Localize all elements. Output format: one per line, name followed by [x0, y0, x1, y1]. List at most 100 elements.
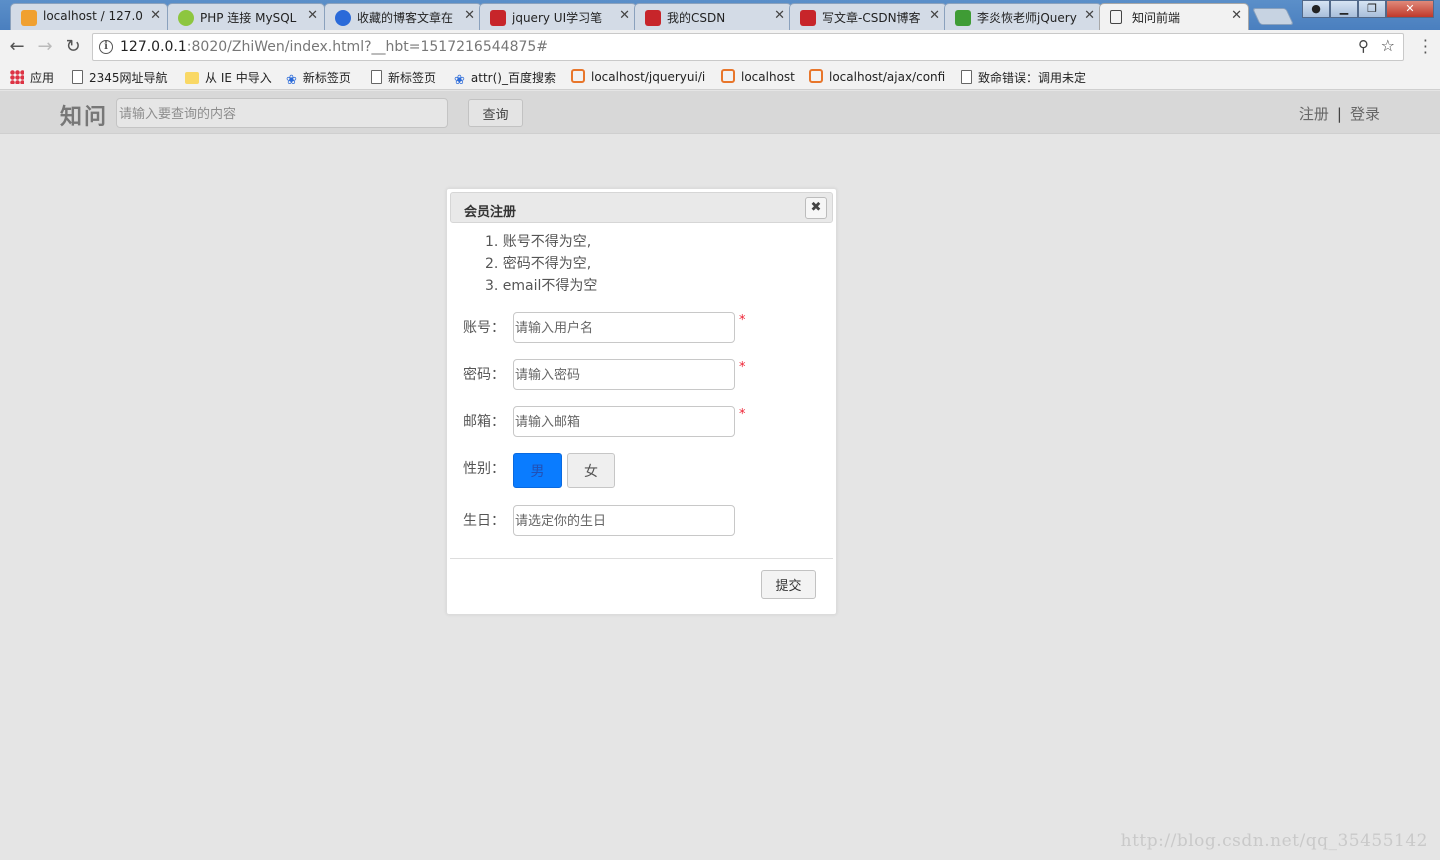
page-icon	[961, 70, 972, 84]
login-link[interactable]: 登录	[1350, 105, 1380, 123]
tab-saved-blogs[interactable]: 收藏的博客文章在 ✕	[324, 3, 482, 30]
close-tab-icon[interactable]: ✕	[929, 8, 940, 23]
rule-item: 1. 账号不得为空,	[485, 234, 592, 250]
bookmark-label: 新标签页	[388, 71, 437, 85]
minimize-button[interactable]: ▁	[1330, 0, 1358, 18]
tab-title: localhost / 127.0	[43, 9, 143, 23]
password-label: 密码：	[463, 367, 505, 383]
phpmyadmin-icon	[21, 10, 37, 26]
browser-menu-icon[interactable]: · · ·	[1423, 33, 1428, 61]
close-tab-icon[interactable]: ✕	[307, 8, 318, 23]
bookmark-star-icon[interactable]: ☆	[1381, 36, 1395, 55]
bookmark-label: localhost/ajax/confi	[829, 70, 946, 84]
required-mark: *	[739, 313, 746, 328]
address-bar[interactable]: i 127.0.0.1:8020/ZhiWen/index.html?__hbt…	[92, 33, 1404, 61]
tab-write-article[interactable]: 写文章-CSDN博客 ✕	[789, 3, 947, 30]
required-mark: *	[739, 360, 746, 375]
validation-rules: 1. 账号不得为空, 2. 密码不得为空, 3. email不得为空	[485, 232, 597, 298]
csdn-icon	[645, 10, 661, 26]
tab-title: 李炎恢老师jQuery	[977, 11, 1077, 25]
bookmark-label: 新标签页	[302, 71, 351, 85]
maximize-button[interactable]: ❐	[1358, 0, 1386, 18]
forward-button[interactable]: →	[34, 36, 56, 58]
tab-php-mysql[interactable]: PHP 连接 MySQL ✕	[167, 3, 325, 30]
paw-icon	[335, 10, 351, 26]
bookmark-label: 应用	[30, 71, 55, 85]
birthday-label: 生日：	[463, 513, 505, 529]
bookmark-apps[interactable]: 应用	[10, 69, 54, 86]
bookmark-fatal-error[interactable]: 致命错误：调用未定	[961, 69, 1086, 86]
php-icon	[178, 10, 194, 26]
register-link[interactable]: 注册	[1299, 105, 1329, 123]
close-tab-icon[interactable]: ✕	[464, 8, 475, 23]
search-input[interactable]	[116, 98, 448, 128]
link-separator: |	[1336, 105, 1342, 123]
username-input[interactable]	[513, 312, 735, 343]
reload-button[interactable]: ↻	[62, 36, 84, 58]
user-links: 注册 | 登录	[1299, 103, 1380, 124]
close-tab-icon[interactable]: ✕	[150, 8, 161, 23]
site-logo[interactable]: 知问	[60, 99, 108, 131]
bookmark-newtab-2[interactable]: 新标签页	[371, 69, 436, 86]
bookmark-ie-import[interactable]: 从 IE 中导入	[185, 69, 272, 86]
required-mark: *	[739, 407, 746, 422]
search-button[interactable]: 查询	[468, 99, 523, 127]
rule-item: 3. email不得为空	[485, 278, 598, 294]
close-tab-icon[interactable]: ✕	[774, 8, 785, 23]
page-icon	[72, 70, 83, 84]
tab-title: 写文章-CSDN博客	[822, 11, 921, 25]
tab-strip: localhost / 127.0 ✕ PHP 连接 MySQL ✕ 收藏的博客…	[0, 0, 1440, 30]
xampp-icon	[809, 69, 823, 83]
site-header: 知问 查询 注册 | 登录	[0, 91, 1440, 134]
xampp-icon	[721, 69, 735, 83]
site-info-icon[interactable]: i	[99, 40, 113, 54]
tab-title: jquery UI学习笔	[512, 11, 603, 25]
dialog-divider	[450, 558, 833, 559]
password-input[interactable]	[513, 359, 735, 390]
user-icon[interactable]: ●	[1302, 0, 1330, 18]
folder-icon	[185, 72, 199, 84]
url-path: :8020/ZhiWen/index.html?__hbt=1517216544…	[186, 39, 549, 55]
new-tab-button[interactable]	[1252, 8, 1294, 25]
email-input[interactable]	[513, 406, 735, 437]
bookmarks-bar: 应用 2345网址导航 从 IE 中导入 ❀ 新标签页 新标签页 ❀ attr()_…	[0, 64, 1440, 90]
bookmark-label: attr()_百度搜索	[470, 71, 556, 85]
dialog-titlebar[interactable]: 会员注册 ✖	[450, 192, 833, 223]
browser-toolbar: ← → ↻ i 127.0.0.1:8020/ZhiWen/index.html…	[0, 30, 1440, 64]
birthday-input[interactable]	[513, 505, 735, 536]
tab-my-csdn[interactable]: 我的CSDN ✕	[634, 3, 792, 30]
gender-female-button[interactable]: 女	[567, 453, 615, 488]
close-tab-icon[interactable]: ✕	[619, 8, 630, 23]
tab-zhiwen[interactable]: 知问前端 ✕	[1099, 3, 1249, 30]
submit-button[interactable]: 提交	[761, 570, 816, 599]
bookmark-attr-search[interactable]: ❀ attr()_百度搜索	[454, 69, 556, 88]
close-tab-icon[interactable]: ✕	[1084, 8, 1095, 23]
bookmark-ajax[interactable]: localhost/ajax/confi	[809, 69, 945, 84]
bookmark-newtab-1[interactable]: ❀ 新标签页	[286, 69, 351, 88]
bookmark-label: 致命错误：调用未定	[978, 71, 1087, 85]
page-icon	[371, 70, 382, 84]
close-tab-icon[interactable]: ✕	[1231, 8, 1242, 23]
gender-label: 性别：	[463, 461, 505, 477]
page-icon	[1110, 10, 1122, 24]
tab-jquery-ui[interactable]: jquery UI学习笔 ✕	[479, 3, 637, 30]
back-button[interactable]: ←	[6, 36, 28, 58]
zoom-icon[interactable]: ⚲	[1358, 37, 1369, 55]
tab-title: 收藏的博客文章在	[357, 11, 454, 25]
close-window-button[interactable]: ✕	[1386, 0, 1434, 18]
xampp-icon	[571, 69, 585, 83]
bookmark-jqueryui[interactable]: localhost/jqueryui/i	[571, 69, 705, 84]
tab-phpmyadmin[interactable]: localhost / 127.0 ✕	[10, 3, 168, 30]
tab-jquery-course[interactable]: 李炎恢老师jQuery ✕	[944, 3, 1102, 30]
apps-icon	[10, 70, 24, 84]
bookmark-label: localhost/jqueryui/i	[591, 70, 706, 84]
url-host: 127.0.0.1	[120, 39, 187, 55]
bookmark-localhost[interactable]: localhost	[721, 69, 795, 84]
close-icon[interactable]: ✖	[805, 197, 827, 219]
bookmark-2345[interactable]: 2345网址导航	[72, 69, 168, 86]
username-label: 账号：	[463, 320, 505, 336]
dialog-title: 会员注册	[464, 205, 517, 220]
paw-icon: ❀	[454, 73, 465, 88]
gender-male-button[interactable]: 男	[513, 453, 562, 488]
url-text: 127.0.0.1:8020/ZhiWen/index.html?__hbt=1…	[120, 39, 548, 55]
